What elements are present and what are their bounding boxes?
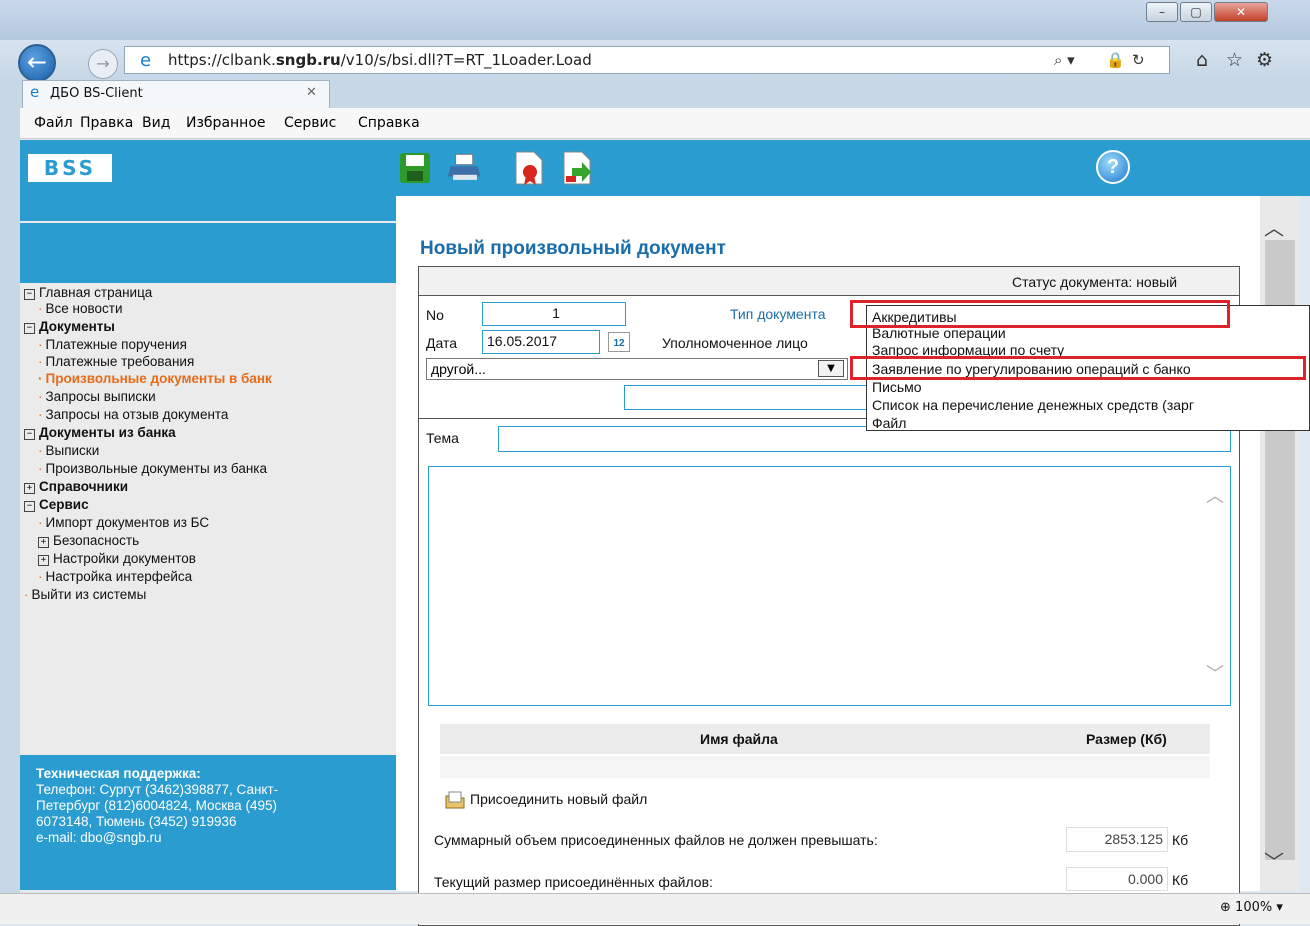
collapse-icon[interactable]: −	[24, 323, 35, 334]
doc-type-label[interactable]: Тип документа	[730, 306, 826, 322]
highlight-frame	[850, 356, 1306, 380]
sidebar-item-logout[interactable]: · Выйти из системы	[24, 587, 146, 602]
search-icon[interactable]: ⌕ ▾	[1054, 51, 1075, 69]
help-icon[interactable]: ?	[1096, 150, 1130, 184]
sidebar-item-doc-settings[interactable]: + Настройки документов	[38, 551, 196, 566]
extra-input[interactable]	[624, 385, 880, 410]
url-text[interactable]: https://clbank.sngb.ru/v10/s/bsi.dll?T=R…	[168, 51, 592, 69]
sidebar-item-docs-from-bank[interactable]: − Документы из банка	[24, 425, 176, 440]
lock-icon[interactable]: 🔒	[1106, 51, 1125, 69]
window-left-border	[0, 108, 20, 908]
file-size-column-header: Размер (Кб)	[1086, 731, 1167, 747]
maximize-button[interactable]: ▢	[1180, 2, 1212, 22]
scroll-up-icon[interactable]: ︿	[1264, 212, 1284, 241]
max-size-label: Суммарный объем присоединенных файлов не…	[434, 832, 878, 848]
sidebar-header-band	[20, 196, 396, 221]
back-button[interactable]: ←	[18, 44, 56, 82]
collapse-icon[interactable]: −	[24, 289, 35, 300]
recipient-select[interactable]: другой...	[426, 358, 848, 380]
collapse-icon[interactable]: −	[24, 501, 35, 512]
subject-label: Тема	[426, 430, 459, 446]
tab-ie-icon: e	[30, 83, 40, 101]
send-document-icon[interactable]	[560, 150, 594, 186]
sidebar-item-service[interactable]: − Сервис	[24, 497, 89, 512]
expand-icon[interactable]: +	[24, 483, 35, 494]
date-input[interactable]: 16.05.2017	[482, 330, 600, 354]
highlight-frame	[850, 300, 1230, 328]
sidebar-item-ui-settings[interactable]: · Настройка интерфейса	[38, 569, 192, 584]
save-icon[interactable]	[398, 150, 432, 186]
document-text-area[interactable]	[428, 466, 1231, 706]
home-icon[interactable]: ⌂	[1196, 49, 1208, 71]
file-name-column-header: Имя файла	[700, 731, 778, 747]
sidebar-item-security[interactable]: + Безопасность	[38, 533, 139, 548]
menu-edit[interactable]: Правка	[80, 115, 133, 131]
scroll-down-icon[interactable]: ﹀	[1264, 846, 1284, 875]
date-label: Дата	[426, 335, 458, 351]
files-table-row	[440, 756, 1210, 778]
sidebar-item-references[interactable]: + Справочники	[24, 479, 128, 494]
close-window-button[interactable]: ✕	[1214, 2, 1268, 22]
dropdown-option[interactable]: Список на перечисление денежных средств …	[872, 397, 1194, 413]
window-title-bar	[0, 0, 1310, 42]
current-size-label: Текущий размер присоединённых файлов:	[434, 874, 713, 890]
menu-file[interactable]: Файл	[34, 115, 73, 131]
sidebar-item-arbitrary-docs-from-bank[interactable]: · Произвольные документы из банка	[38, 461, 267, 476]
print-icon[interactable]	[448, 150, 482, 186]
zoom-icon: ⊕	[1220, 900, 1231, 915]
zoom-control[interactable]: ⊕ 100% ▾	[1220, 900, 1283, 915]
expand-icon[interactable]: +	[38, 555, 49, 566]
number-label: No	[426, 307, 444, 323]
current-size-unit: Кб	[1172, 872, 1189, 888]
favorites-star-icon[interactable]: ☆	[1226, 49, 1243, 71]
browser-status-bar	[0, 893, 1310, 924]
sidebar-item-recall-requests[interactable]: · Запросы на отзыв документа	[38, 407, 228, 422]
authorized-person-label: Уполномоченное лицо	[662, 335, 808, 351]
textarea-scroll-down-icon[interactable]: ﹀	[1206, 660, 1224, 686]
bss-logo: BSS	[28, 154, 112, 182]
calendar-icon[interactable]: 12	[608, 332, 630, 352]
chevron-down-icon[interactable]: ▼	[818, 360, 844, 377]
sign-document-icon[interactable]	[512, 150, 546, 186]
page-title: Новый произвольный документ	[420, 238, 726, 259]
sidebar-item-main-page[interactable]: − Главная страница	[24, 285, 152, 300]
ie-page-icon: e	[140, 50, 152, 71]
max-size-unit: Кб	[1172, 832, 1189, 848]
menu-favorites[interactable]: Избранное	[186, 115, 266, 131]
max-size-value: 2853.125	[1066, 827, 1168, 852]
document-status: Статус документа: новый	[1012, 274, 1178, 290]
support-text: Телефон: Сургут (3462)398877, Санкт- Пет…	[36, 782, 279, 845]
sidebar-item-statement-requests[interactable]: · Запросы выписки	[38, 389, 156, 404]
dropdown-option[interactable]: Файл	[872, 415, 906, 431]
dropdown-option[interactable]: Письмо	[872, 379, 922, 395]
tab-title[interactable]: ДБО BS-Client	[50, 86, 143, 101]
sidebar-item-payment-orders[interactable]: · Платежные поручения	[38, 337, 187, 352]
refresh-icon[interactable]: ↻	[1132, 51, 1145, 69]
attach-file-icon[interactable]	[444, 790, 466, 810]
sidebar-item-import-docs[interactable]: · Импорт документов из БС	[38, 515, 209, 530]
menu-help[interactable]: Справка	[358, 115, 420, 131]
menu-tools[interactable]: Сервис	[284, 115, 336, 131]
number-input[interactable]: 1	[482, 302, 626, 326]
support-title: Техническая поддержка:	[36, 766, 201, 781]
sidebar-item-arbitrary-docs-to-bank[interactable]: · Произвольные документы в банк	[38, 371, 272, 386]
sidebar-item-all-news[interactable]: · Все новости	[38, 301, 122, 316]
textarea-scroll-up-icon[interactable]: ︿	[1206, 482, 1224, 508]
sidebar-header-band-2	[20, 223, 396, 283]
menu-view[interactable]: Вид	[142, 115, 170, 131]
gear-icon[interactable]: ⚙	[1256, 49, 1273, 71]
sidebar-item-payment-requests[interactable]: · Платежные требования	[38, 354, 194, 369]
forward-button[interactable]: →	[88, 49, 118, 79]
collapse-icon[interactable]: −	[24, 429, 35, 440]
sidebar-item-statements[interactable]: · Выписки	[38, 443, 99, 458]
expand-icon[interactable]: +	[38, 537, 49, 548]
attach-file-link[interactable]: Присоединить новый файл	[470, 791, 647, 807]
minimize-button[interactable]: –	[1146, 2, 1178, 22]
sidebar-item-documents[interactable]: − Документы	[24, 319, 115, 334]
tab-close-icon[interactable]: ✕	[306, 85, 317, 100]
current-size-value: 0.000	[1066, 867, 1168, 891]
